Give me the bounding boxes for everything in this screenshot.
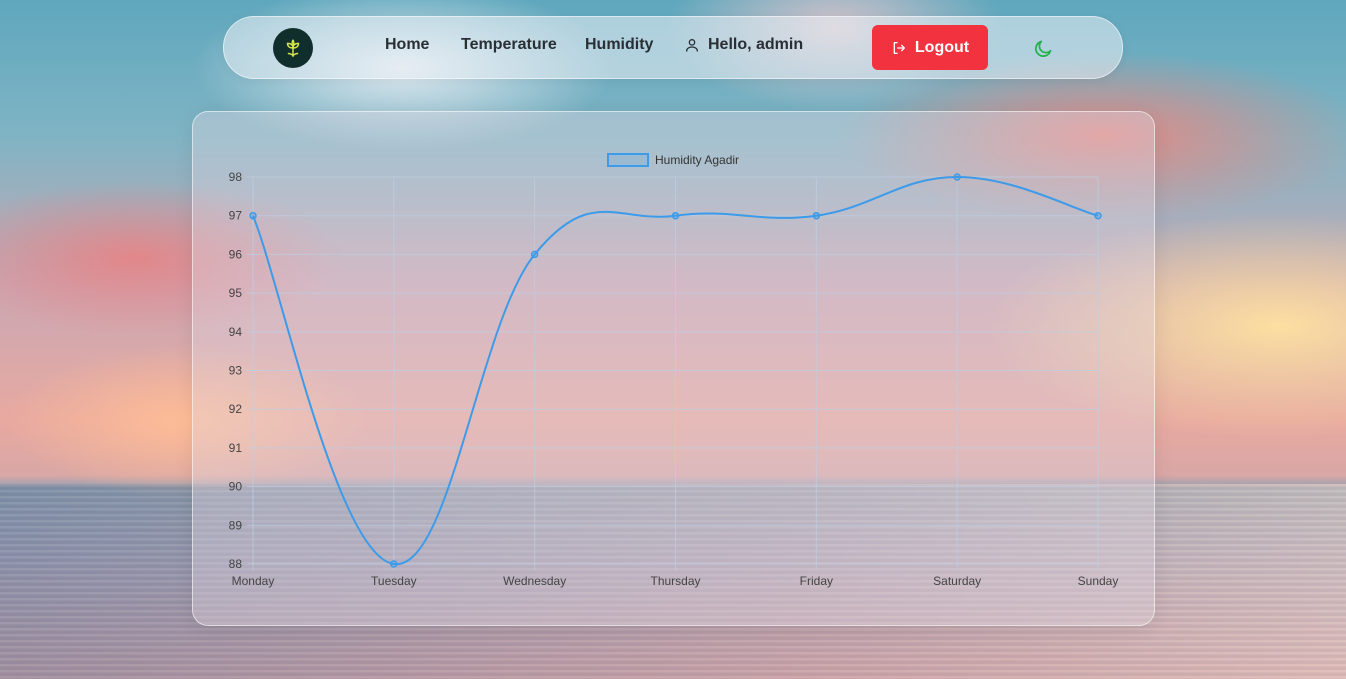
data-point: [390, 560, 398, 568]
legend-swatch: [607, 153, 649, 167]
logout-label: Logout: [914, 38, 970, 56]
user-greeting: Hello, admin: [684, 36, 803, 54]
y-tick-label: 89: [229, 518, 243, 532]
y-tick-label: 96: [229, 247, 243, 261]
data-point: [249, 211, 257, 220]
humidity-chart: 98 97 96 95 94 93 92 91 90 89 88 Monday Tuesday Wedne…: [229, 153, 1119, 588]
y-tick-label: 91: [229, 441, 243, 455]
data-point: [1094, 211, 1102, 220]
logout-button[interactable]: Logout: [872, 25, 988, 70]
x-tick-label: Saturday: [933, 574, 981, 588]
y-tick-label: 97: [229, 209, 243, 223]
nav-link-home[interactable]: Home: [385, 36, 429, 54]
x-tick-label: Sunday: [1078, 574, 1119, 588]
y-tick-label: 88: [229, 557, 243, 571]
nav-link-humidity[interactable]: Humidity: [585, 36, 653, 54]
x-tick-label: Tuesday: [371, 574, 417, 588]
y-tick-label: 93: [229, 364, 243, 378]
logout-icon: [893, 41, 905, 54]
chart-card: 98 97 96 95 94 93 92 91 90 89 88 Monday Tuesday Wedne…: [192, 111, 1155, 626]
greeting-text: Hello, admin: [708, 36, 804, 53]
navbar: Home Temperature Humidity Hello, admin L…: [223, 16, 1123, 79]
x-tick-label: Wednesday: [503, 574, 566, 588]
legend-label: Humidity Agadir: [655, 153, 739, 167]
x-tick-label: Thursday: [650, 574, 700, 588]
data-point: [530, 250, 539, 259]
moon-icon[interactable]: [1033, 38, 1054, 64]
x-tick-label: Friday: [800, 574, 833, 588]
data-point: [812, 211, 821, 220]
y-tick-label: 90: [229, 480, 243, 494]
plant-icon[interactable]: [273, 28, 313, 68]
nav-link-temperature[interactable]: Temperature: [461, 36, 557, 54]
data-point: [953, 173, 961, 181]
y-tick-label: 95: [229, 286, 243, 300]
y-tick-label: 94: [229, 325, 243, 339]
data-point: [671, 211, 680, 220]
x-tick-label: Monday: [232, 574, 275, 588]
y-tick-label: 92: [229, 402, 243, 416]
y-tick-label: 98: [229, 170, 243, 184]
user-icon: [686, 39, 698, 52]
